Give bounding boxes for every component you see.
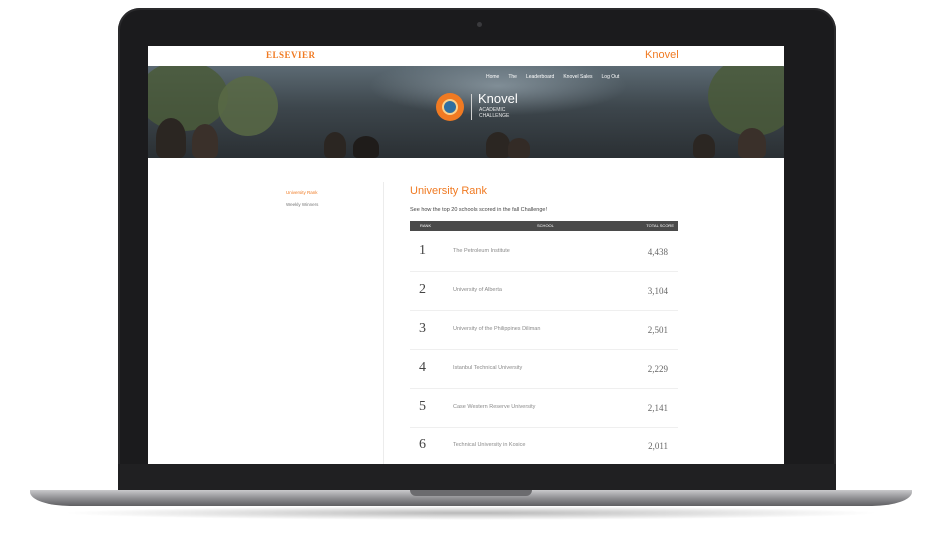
- row-rank: 2: [419, 282, 426, 297]
- hero-tree: [148, 66, 228, 131]
- row-school: Case Western Reserve University: [453, 404, 536, 410]
- table-header: RANK SCHOOL TOTAL SCORE: [410, 221, 678, 231]
- row-score: 2,141: [647, 403, 668, 413]
- table-row: 1 The Petroleum Institute 4,438: [410, 233, 678, 272]
- row-school: The Petroleum Institute: [453, 248, 510, 254]
- logo-name: Knovel: [478, 91, 518, 106]
- row-school: Istanbul Technical University: [453, 365, 523, 371]
- column-header-rank: RANK: [420, 223, 432, 228]
- laptop-screen: ELSEVIER Knovel Home The Leaderboard Kno…: [148, 46, 784, 464]
- row-rank: 3: [419, 321, 426, 336]
- content-divider: [383, 182, 384, 464]
- hero-person: [324, 132, 346, 158]
- hero-person: [192, 124, 218, 158]
- page-title: University Rank: [410, 185, 488, 197]
- hero-person: [738, 128, 766, 158]
- row-score: 2,229: [647, 364, 668, 374]
- knovel-brand[interactable]: Knovel: [645, 49, 679, 61]
- row-score: 2,501: [647, 325, 668, 335]
- hero-person: [156, 118, 186, 158]
- hero-person: [508, 138, 530, 158]
- hero-banner: Home The Leaderboard Knovel Sales Log Ou…: [148, 66, 784, 158]
- row-rank: 6: [419, 437, 426, 452]
- row-score: 3,104: [647, 286, 668, 296]
- page-subtitle: See how the top 20 schools scored in the…: [410, 207, 547, 213]
- sidebar-item-university-rank[interactable]: University Rank: [286, 190, 378, 195]
- nav-log-out[interactable]: Log Out: [602, 74, 620, 80]
- nav-knovel-sales[interactable]: Knovel Sales: [563, 74, 592, 80]
- camera-icon: [477, 22, 482, 27]
- table-row: 5 Case Western Reserve University 2,141: [410, 389, 678, 428]
- row-rank: 1: [419, 243, 426, 258]
- hero-tree: [218, 76, 278, 136]
- laptop-shadow: [60, 506, 882, 520]
- logo-globe-icon: [442, 99, 458, 115]
- table-row: 6 Technical University in Kosice 2,011: [410, 427, 678, 464]
- academic-challenge-logo-icon: [436, 93, 464, 121]
- nav-the[interactable]: The: [508, 74, 517, 80]
- table-row: 3 University of the Philippines Diliman …: [410, 311, 678, 350]
- hero-person: [353, 136, 379, 158]
- column-header-score: TOTAL SCORE: [646, 223, 674, 228]
- hero-tree: [708, 66, 784, 136]
- main-nav: Home The Leaderboard Knovel Sales Log Ou…: [486, 74, 619, 80]
- row-school: University of Alberta: [453, 287, 502, 293]
- elsevier-logo[interactable]: ELSEVIER: [266, 50, 316, 60]
- row-score: 4,438: [647, 247, 668, 257]
- logo-subtitle: ACADEMIC CHALLENGE: [479, 107, 510, 119]
- table-row: 2 University of Alberta 3,104: [410, 272, 678, 311]
- row-rank: 5: [419, 399, 426, 414]
- laptop-notch: [410, 490, 532, 496]
- hero-person: [486, 132, 510, 158]
- laptop-bezel-bottom: [118, 464, 836, 492]
- row-rank: 4: [419, 360, 426, 375]
- row-school: University of the Philippines Diliman: [453, 326, 541, 332]
- table-row: 4 Istanbul Technical University 2,229: [410, 350, 678, 389]
- nav-home[interactable]: Home: [486, 74, 499, 80]
- logo-divider: [471, 94, 472, 120]
- row-score: 2,011: [648, 441, 668, 451]
- top-bar: ELSEVIER Knovel: [148, 46, 784, 66]
- sidebar-item-weekly-winners[interactable]: Weekly Winners: [286, 202, 378, 207]
- sidebar: University Rank Weekly Winners: [286, 190, 378, 214]
- row-school: Technical University in Kosice: [453, 442, 526, 448]
- nav-leaderboard[interactable]: Leaderboard: [526, 74, 554, 80]
- hero-person: [693, 134, 715, 158]
- column-header-school: SCHOOL: [537, 223, 554, 228]
